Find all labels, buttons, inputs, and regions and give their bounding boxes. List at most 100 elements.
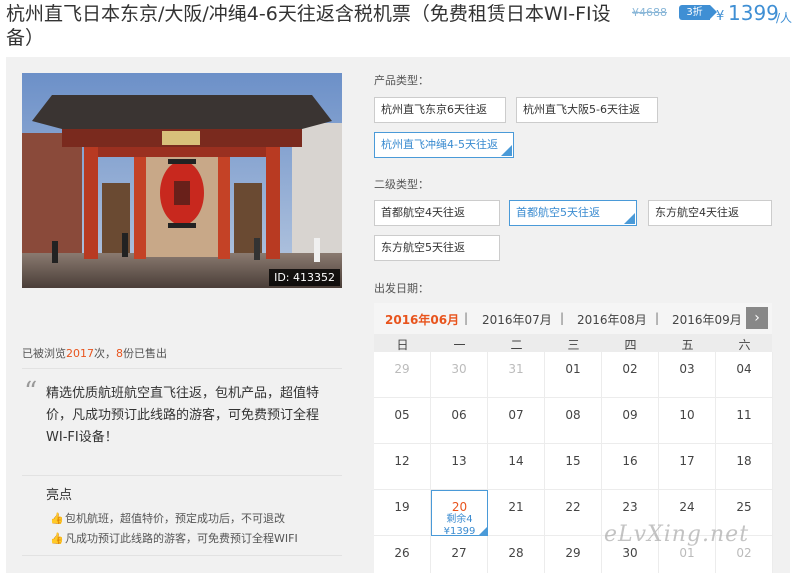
price-box: ¥4688 3折 ¥ 1399 /人 xyxy=(632,1,808,26)
check-icon: ✓ xyxy=(628,211,635,220)
product-type-option-tokyo[interactable]: 杭州直飞东京6天往返 xyxy=(374,97,506,123)
product-panel: ID: 413352 已被浏览2017次，8份已售出 “ 精选优质航班航空直飞往… xyxy=(6,57,790,573)
option-label: 杭州直飞冲绳4-5天往返 xyxy=(381,138,498,151)
stats-suffix: 份已售出 xyxy=(123,347,167,360)
calendar-day: 14 xyxy=(488,444,545,490)
calendar-day-available[interactable]: 20 剩余4 ¥1399 xyxy=(431,490,488,537)
quote-icon: “ xyxy=(24,377,38,407)
day-number: 03 xyxy=(679,362,695,376)
view-sales-stats: 已被浏览2017次，8份已售出 xyxy=(22,345,167,361)
page-title: 杭州直飞日本东京/大阪/冲绳4-6天往返含税机票（免费租赁日本WI-FI设备） xyxy=(6,3,611,49)
month-tabs: 2016年06月 | 2016年07月 | 2016年08月 | 2016年09… xyxy=(374,303,772,334)
highlights-title: 亮点 xyxy=(46,488,73,503)
calendar-day: 18 xyxy=(716,444,773,490)
secondary-type-option-capital-5[interactable]: 首都航空5天往返 ✓ xyxy=(509,200,637,226)
secondary-type-option-eastern-5[interactable]: 东方航空5天往返 xyxy=(374,235,500,261)
month-separator: | xyxy=(464,311,469,325)
calendar-day: 01 xyxy=(545,352,602,398)
highlight-text: 包机航班，超值特价，预定成功后，不可退改 xyxy=(65,512,285,525)
day-number: 29 xyxy=(565,546,581,560)
day-number: 02 xyxy=(622,362,638,376)
calendar-day: 21 xyxy=(488,490,545,536)
secondary-type-option-capital-4[interactable]: 首都航空4天往返 xyxy=(374,200,500,226)
temple-gate-image xyxy=(22,73,342,288)
product-type-option-osaka[interactable]: 杭州直飞大阪5-6天往返 xyxy=(516,97,658,123)
day-number: 07 xyxy=(508,408,524,422)
calendar-day: 22 xyxy=(545,490,602,536)
view-count: 2017 xyxy=(66,347,94,360)
highlights-section: 亮点 👍 包机航班，超值特价，预定成功后，不可退改 👍 凡成功预订此线路的游客，… xyxy=(22,476,342,556)
sold-count: 8 xyxy=(116,347,123,360)
calendar-day: 10 xyxy=(659,398,716,444)
calendar-day: 16 xyxy=(602,444,659,490)
highlight-item: 👍 凡成功预订此线路的游客，可免费预订全程WIFI xyxy=(50,530,298,546)
day-number: 27 xyxy=(451,546,467,560)
currency-symbol: ¥ xyxy=(716,9,725,24)
next-month-button[interactable]: › xyxy=(746,307,768,329)
product-type-label: 产品类型： xyxy=(374,74,429,87)
day-number: 20 xyxy=(451,500,468,514)
secondary-type-label: 二级类型： xyxy=(374,178,429,191)
month-separator: | xyxy=(560,311,565,325)
day-number: 29 xyxy=(394,362,410,376)
calendar-day: 19 xyxy=(374,490,431,536)
calendar-day: 06 xyxy=(431,398,488,444)
weekday-tue: 二 xyxy=(510,338,523,352)
weekday-sun: 日 xyxy=(396,338,409,352)
original-price: ¥4688 xyxy=(632,6,667,19)
calendar-day: 09 xyxy=(602,398,659,444)
photo-id-label: ID: 413352 xyxy=(269,269,340,286)
day-number: 22 xyxy=(565,500,581,514)
calendar-day: 13 xyxy=(431,444,488,490)
thumbs-up-icon: 👍 xyxy=(50,511,64,525)
day-number: 28 xyxy=(508,546,524,560)
day-number: 02 xyxy=(736,546,752,560)
day-number: 24 xyxy=(679,500,695,514)
calendar-day: 29 xyxy=(545,536,602,573)
day-number: 01 xyxy=(679,546,695,560)
chevron-right-icon: › xyxy=(754,310,760,326)
stats-prefix: 已被浏览 xyxy=(22,347,66,360)
day-number: 21 xyxy=(508,500,524,514)
day-number: 12 xyxy=(394,454,410,468)
check-icon: ✓ xyxy=(505,143,512,152)
calendar-day: 29 xyxy=(374,352,431,398)
day-number: 23 xyxy=(622,500,638,514)
stats-mid: 次， xyxy=(94,347,116,360)
calendar-day: 11 xyxy=(716,398,773,444)
product-type-option-okinawa[interactable]: 杭州直飞冲绳4-5天往返 ✓ xyxy=(374,132,514,158)
day-number: 25 xyxy=(736,500,752,514)
product-photo[interactable]: ID: 413352 xyxy=(22,73,342,288)
weekday-thu: 四 xyxy=(624,338,637,352)
day-number: 01 xyxy=(565,362,581,376)
day-number: 09 xyxy=(622,408,638,422)
calendar-day: 07 xyxy=(488,398,545,444)
month-tab-2016-06[interactable]: 2016年06月 xyxy=(385,311,459,328)
highlight-text: 凡成功预订此线路的游客，可免费预订全程WIFI xyxy=(65,532,298,545)
calendar-day: 17 xyxy=(659,444,716,490)
secondary-type-option-eastern-4[interactable]: 东方航空4天往返 xyxy=(648,200,772,226)
day-number: 19 xyxy=(394,500,410,514)
calendar-day: 26 xyxy=(374,536,431,573)
highlight-item: 👍 包机航班，超值特价，预定成功后，不可退改 xyxy=(50,510,285,526)
calendar-day: 31 xyxy=(488,352,545,398)
calendar-day: 02 xyxy=(602,352,659,398)
day-number: 13 xyxy=(451,454,467,468)
day-number: 15 xyxy=(565,454,581,468)
calendar-day: 15 xyxy=(545,444,602,490)
day-number: 30 xyxy=(451,362,467,376)
month-tab-2016-07[interactable]: 2016年07月 xyxy=(482,311,552,328)
day-number: 04 xyxy=(736,362,752,376)
thumbs-up-icon: 👍 xyxy=(50,531,64,545)
day-number: 08 xyxy=(565,408,581,422)
discount-badge: 3折 xyxy=(679,5,717,20)
day-number: 16 xyxy=(622,454,638,468)
calendar-day: 28 xyxy=(488,536,545,573)
calendar-day: 08 xyxy=(545,398,602,444)
weekday-header: 日 一 二 三 四 五 六 xyxy=(374,334,772,352)
weekday-sat: 六 xyxy=(738,338,751,352)
remaining-seats: 剩余4 xyxy=(446,514,473,525)
day-number: 14 xyxy=(508,454,524,468)
month-tab-2016-09[interactable]: 2016年09月 xyxy=(672,311,742,328)
month-tab-2016-08[interactable]: 2016年08月 xyxy=(577,311,647,328)
